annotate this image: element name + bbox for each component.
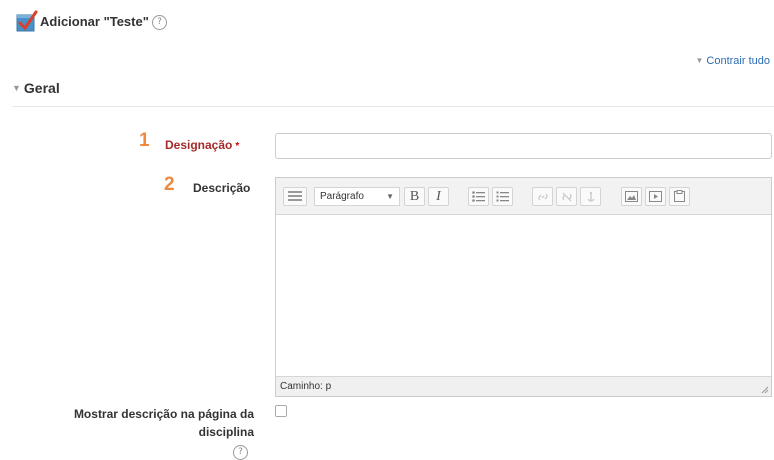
- show-description-checkbox[interactable]: [275, 405, 287, 417]
- collapse-all-label: Contrair tudo: [706, 55, 770, 67]
- name-input[interactable]: [275, 133, 772, 159]
- page-title: Adicionar "Teste": [40, 14, 149, 29]
- paste-icon[interactable]: [669, 187, 690, 206]
- section-header-general[interactable]: ▼ Geral: [12, 80, 60, 96]
- step-number-1: 1: [139, 130, 150, 151]
- quiz-icon: [16, 10, 38, 32]
- collapse-all-link[interactable]: ▼ Contrair tudo: [695, 55, 770, 67]
- bold-button[interactable]: B: [404, 187, 425, 206]
- step-number-2: 2: [164, 174, 175, 195]
- show-description-label-line1: Mostrar descrição na página da: [73, 407, 254, 421]
- show-description-label-line2: disciplina: [198, 425, 254, 439]
- triangle-down-icon: ▼: [12, 83, 21, 93]
- editor-statusbar: Caminho: p: [276, 376, 771, 396]
- description-editor: Parágrafo ▼ B I Caminho: p: [275, 177, 772, 397]
- help-icon[interactable]: ?: [152, 15, 167, 30]
- section-title: Geral: [23, 80, 60, 96]
- help-icon[interactable]: ?: [233, 445, 248, 460]
- editor-toolbar: Parágrafo ▼ B I: [276, 178, 771, 215]
- name-label: Designação *: [165, 138, 239, 152]
- link-icon[interactable]: [532, 187, 553, 206]
- media-icon[interactable]: [645, 187, 666, 206]
- description-textarea[interactable]: [276, 215, 771, 376]
- italic-button[interactable]: I: [428, 187, 449, 206]
- unordered-list-icon[interactable]: [468, 187, 489, 206]
- format-select[interactable]: Parágrafo ▼: [314, 187, 400, 206]
- required-icon: *: [235, 141, 240, 152]
- unlink-icon[interactable]: [556, 187, 577, 206]
- format-select-value: Parágrafo: [320, 191, 364, 202]
- toolbar-toggle-icon[interactable]: [283, 187, 307, 206]
- name-label-text: Designação: [165, 138, 233, 152]
- description-label: Descrição: [193, 181, 251, 195]
- path-label: Caminho: p: [280, 381, 332, 392]
- chevron-down-icon: ▼: [386, 192, 394, 201]
- resize-handle-icon[interactable]: [761, 386, 769, 394]
- image-icon[interactable]: [621, 187, 642, 206]
- ordered-list-icon[interactable]: [492, 187, 513, 206]
- anchor-icon[interactable]: [580, 187, 601, 206]
- show-description-label: Mostrar descrição na página da disciplin…: [34, 405, 254, 441]
- section-divider: [12, 106, 774, 107]
- triangle-down-icon: ▼: [695, 56, 704, 65]
